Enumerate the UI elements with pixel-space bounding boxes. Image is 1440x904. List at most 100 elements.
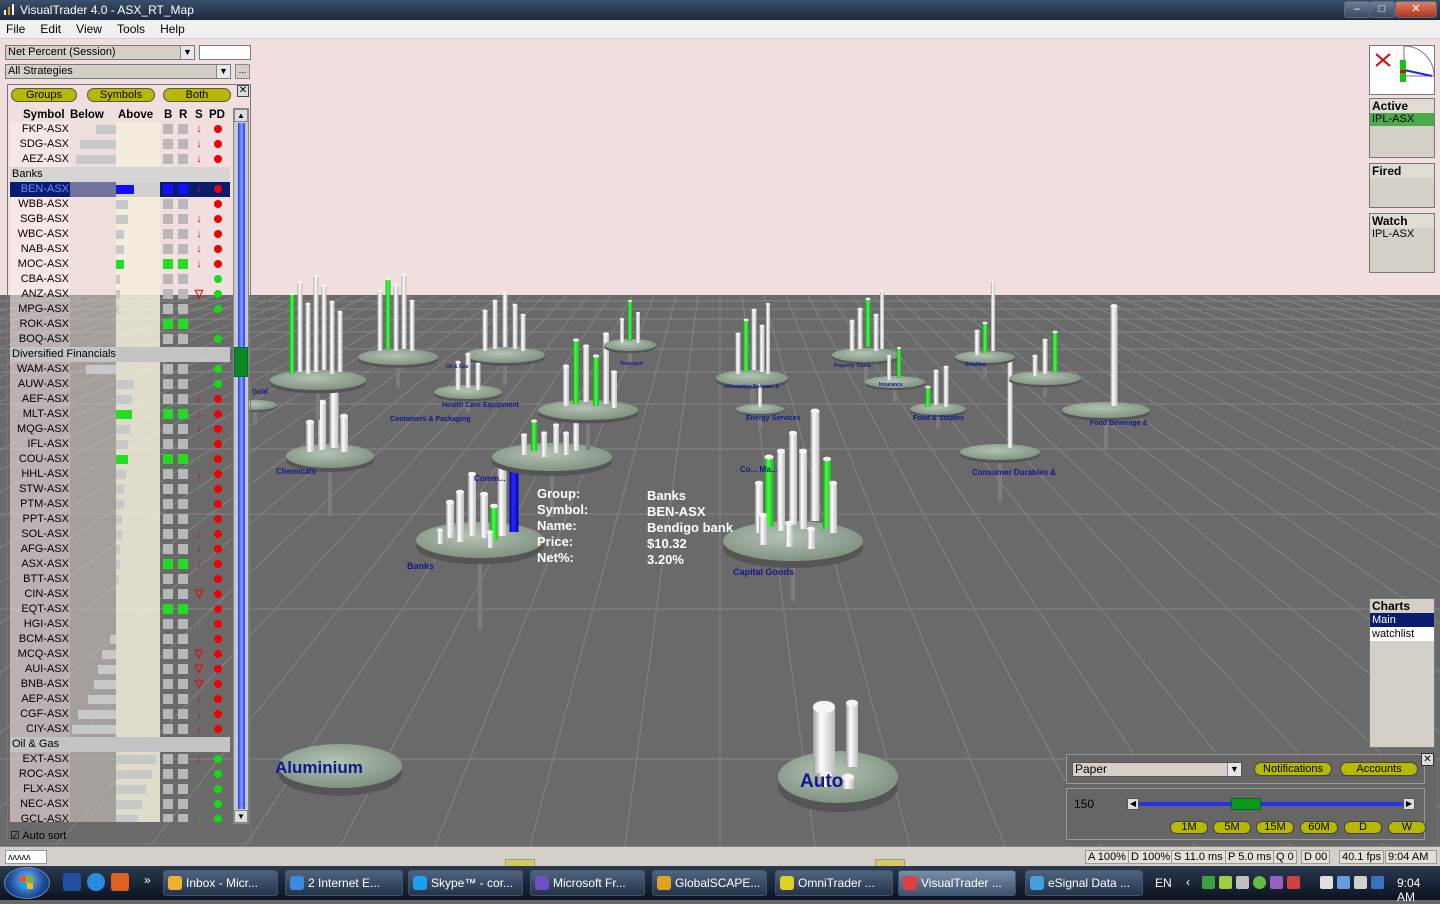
table-row[interactable]: AEF-ASX ↓: [10, 392, 230, 407]
taskbar-item[interactable]: Inbox - Micr...: [163, 870, 278, 896]
tray-expand-icon[interactable]: ‹: [1186, 875, 1190, 889]
accounts-button[interactable]: Accounts: [1340, 762, 1418, 776]
timeframe-d-button[interactable]: D: [1344, 821, 1382, 834]
table-row[interactable]: CIN-ASX ▽: [10, 587, 230, 602]
timeframe-60m-button[interactable]: 60M: [1300, 821, 1338, 834]
table-row[interactable]: MQG-ASX ↓: [10, 422, 230, 437]
taskbar-item[interactable]: Microsoft Fr...: [530, 870, 645, 896]
taskbar-item[interactable]: Skype™ - cor...: [408, 870, 523, 896]
symbol-cell[interactable]: MQG-ASX: [10, 422, 70, 437]
language-indicator[interactable]: EN: [1155, 876, 1172, 890]
broker-close-button[interactable]: ✕: [1421, 753, 1434, 766]
table-row[interactable]: BCM-ASX: [10, 632, 230, 647]
menu-view[interactable]: View: [70, 20, 108, 38]
table-row[interactable]: SDG-ASX ↓: [10, 137, 230, 152]
menu-help[interactable]: Help: [154, 20, 191, 38]
symbol-cell[interactable]: COU-ASX: [10, 452, 70, 467]
symbol-cell[interactable]: CIN-ASX: [10, 587, 70, 602]
col-below[interactable]: Below: [70, 109, 104, 121]
checkbox-checked-icon[interactable]: ☑: [10, 830, 20, 842]
symbol-cell[interactable]: PTM-ASX: [10, 497, 70, 512]
session-input[interactable]: [199, 45, 251, 60]
notifications-button[interactable]: Notifications: [1254, 762, 1332, 776]
table-row[interactable]: GCL-ASX ↑: [10, 812, 230, 822]
symbol-cell[interactable]: CGF-ASX: [10, 707, 70, 722]
table-row[interactable]: COU-ASX ↑: [10, 452, 230, 467]
menu-file[interactable]: File: [0, 20, 31, 38]
strategy-more-button[interactable]: ...: [235, 64, 250, 79]
slider-thumb[interactable]: [1231, 798, 1261, 810]
symbol-cell[interactable]: EXT-ASX: [10, 752, 70, 767]
scroll-thumb[interactable]: [234, 347, 248, 377]
symbol-cell[interactable]: AEF-ASX: [10, 392, 70, 407]
table-row[interactable]: MCQ-ASX ▽: [10, 647, 230, 662]
table-row[interactable]: HGI-ASX ↑: [10, 617, 230, 632]
maximize-button[interactable]: □: [1369, 1, 1395, 18]
timeframe-w-button[interactable]: W: [1388, 821, 1426, 834]
table-row[interactable]: ASX-ASX ↓: [10, 557, 230, 572]
col-above[interactable]: Above: [118, 109, 153, 121]
table-row[interactable]: PPT-ASX ↑: [10, 512, 230, 527]
groups-button[interactable]: Groups: [11, 88, 77, 102]
network-icon[interactable]: [1202, 876, 1215, 889]
taskbar-item[interactable]: VisualTrader ...: [898, 870, 1016, 896]
table-row[interactable]: AFG-ASX ↓: [10, 542, 230, 557]
table-row[interactable]: EXT-ASX ↓: [10, 752, 230, 767]
symbol-cell[interactable]: MCQ-ASX: [10, 647, 70, 662]
symbol-cell[interactable]: AEZ-ASX: [10, 152, 70, 167]
slider-left-icon[interactable]: ◀: [1127, 798, 1139, 810]
symbol-cell[interactable]: ROC-ASX: [10, 767, 70, 782]
both-button[interactable]: Both: [163, 88, 231, 102]
symbol-cell[interactable]: AFG-ASX: [10, 542, 70, 557]
symbol-list-scrollbar[interactable]: ▲ ▼: [233, 108, 249, 824]
chevron-down-icon[interactable]: ▼: [1227, 763, 1241, 776]
symbol-cell[interactable]: BCM-ASX: [10, 632, 70, 647]
table-row[interactable]: AEZ-ASX ↓: [10, 152, 230, 167]
symbol-cell[interactable]: NEC-ASX: [10, 797, 70, 812]
col-pd[interactable]: PD: [209, 109, 225, 121]
taskbar-item[interactable]: eSignal Data ...: [1025, 870, 1143, 896]
symbol-cell[interactable]: ANZ-ASX: [10, 287, 70, 302]
scroll-track[interactable]: [238, 123, 245, 809]
symbol-cell[interactable]: HHL-ASX: [10, 467, 70, 482]
symbol-cell[interactable]: FKP-ASX: [10, 122, 70, 137]
watch-item[interactable]: IPL-ASX: [1370, 228, 1434, 241]
table-row[interactable]: ROC-ASX: [10, 767, 230, 782]
table-row[interactable]: FKP-ASX ↓: [10, 122, 230, 137]
table-row[interactable]: WBB-ASX: [10, 197, 230, 212]
col-s[interactable]: S: [195, 109, 203, 121]
chart-item-main[interactable]: Main: [1370, 613, 1434, 627]
menu-tools[interactable]: Tools: [111, 20, 151, 38]
symbol-cell[interactable]: PPT-ASX: [10, 512, 70, 527]
symbol-cell[interactable]: BTT-ASX: [10, 572, 70, 587]
symbol-cell[interactable]: MPG-ASX: [10, 302, 70, 317]
symbol-list[interactable]: FKP-ASX ↓ SDG-ASX ↓ AEZ-ASX ↓ Banks BEN-ASX ↓ WBB…: [10, 122, 230, 822]
table-row[interactable]: ANZ-ASX ▽: [10, 287, 230, 302]
navigation-compass[interactable]: [1369, 45, 1435, 95]
info-icon[interactable]: [63, 873, 81, 891]
symbol-cell[interactable]: BOQ-ASX: [10, 332, 70, 347]
firefox-icon[interactable]: [111, 873, 129, 891]
speed-slider[interactable]: ◀ ▶: [1127, 798, 1415, 810]
col-symbol[interactable]: Symbol: [23, 109, 65, 121]
table-row[interactable]: CIY-ASX ↓: [10, 722, 230, 737]
table-row[interactable]: PTM-ASX: [10, 497, 230, 512]
table-row[interactable]: HHL-ASX ↓: [10, 467, 230, 482]
table-row[interactable]: AUW-ASX: [10, 377, 230, 392]
close-button[interactable]: ✕: [1395, 1, 1437, 18]
table-row[interactable]: ROK-ASX: [10, 317, 230, 332]
symbol-cell[interactable]: WBC-ASX: [10, 227, 70, 242]
chevron-down-icon[interactable]: ▼: [180, 46, 194, 59]
chevron-down-icon[interactable]: ▼: [216, 65, 230, 78]
group-header[interactable]: Banks: [10, 167, 230, 182]
table-row[interactable]: AUI-ASX ▽: [10, 662, 230, 677]
table-row[interactable]: MOC-ASX ↓: [10, 257, 230, 272]
chart-item-watchlist[interactable]: watchlist: [1370, 627, 1434, 641]
symbol-cell[interactable]: CBA-ASX: [10, 272, 70, 287]
table-row[interactable]: NEC-ASX: [10, 797, 230, 812]
col-b[interactable]: B: [164, 109, 172, 121]
table-row[interactable]: BTT-ASX: [10, 572, 230, 587]
table-row[interactable]: MPG-ASX ↑: [10, 302, 230, 317]
timeframe-5m-button[interactable]: 5M: [1213, 821, 1251, 834]
table-row[interactable]: CBA-ASX: [10, 272, 230, 287]
